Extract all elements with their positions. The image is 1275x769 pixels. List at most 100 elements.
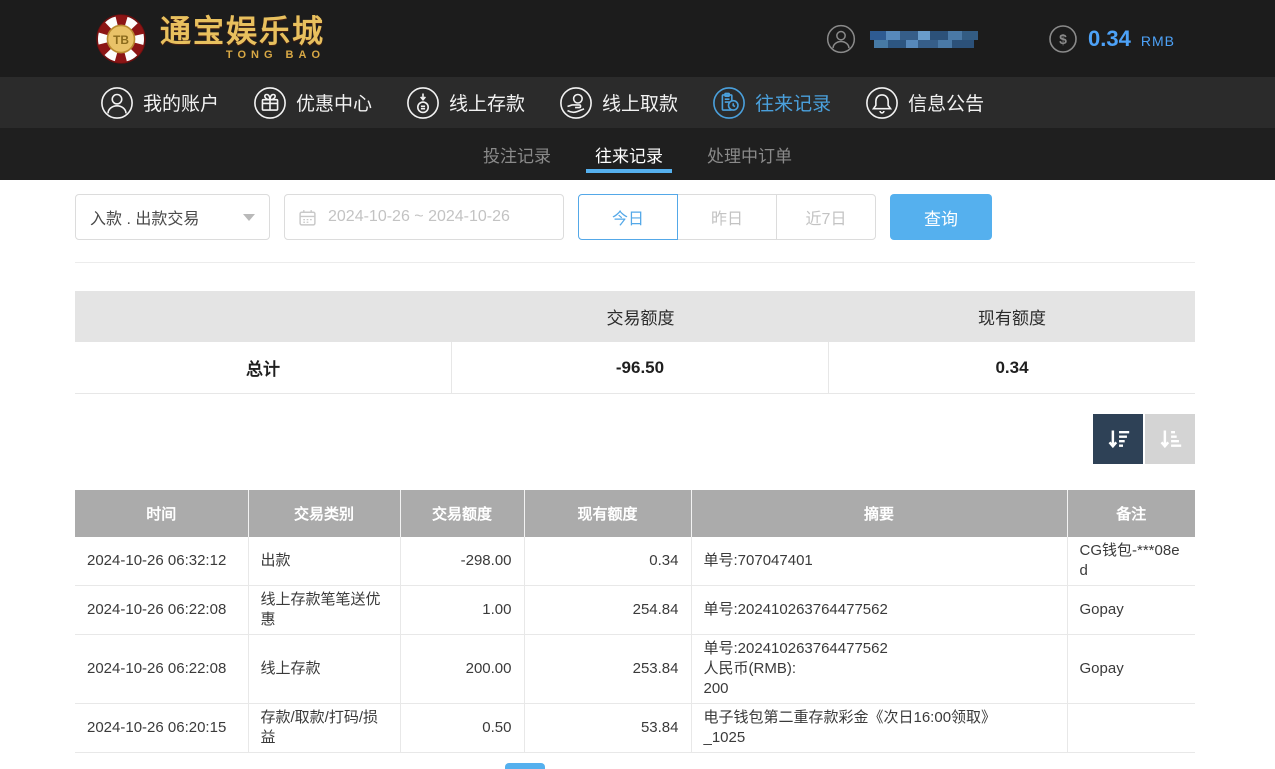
date-range-value: 2024-10-26 ~ 2024-10-26 [328,208,510,226]
filter-bar: 入款 . 出款交易 2024-10-26 ~ 2024-10-26 今日 昨日 … [75,194,1195,240]
summary-total-balance: 0.34 [829,342,1195,393]
summary-line: _1025 [704,728,1055,748]
balance-display[interactable]: $ 0.34 RMB [1048,24,1175,54]
calendar-icon [298,208,317,227]
cell-remark: Gopay [1067,635,1195,704]
bell-icon [865,86,899,120]
poker-chip-logo-icon: TB [95,13,147,65]
summary-line: 电子钱包第二重存款彩金《次日16:00领取》 [704,708,1055,728]
currency-dollar-icon: $ [1048,24,1078,54]
account-area: $ 0.34 RMB [826,24,1175,54]
quick-range-group: 今日 昨日 近7日 [578,194,876,240]
records-clipboard-icon [712,86,746,120]
deposit-coin-icon [406,86,440,120]
user-avatar-icon[interactable] [826,24,856,54]
nav-item-transactions[interactable]: 往来记录 [712,86,831,120]
sort-descending-button[interactable] [1093,414,1143,464]
tab-betting-records[interactable]: 投注记录 [483,128,551,180]
cell-amount: -298.00 [400,537,524,586]
cell-summary: 单号:202410263764477562 人民币(RMB): 200 [691,635,1067,704]
nav-item-promotions[interactable]: 优惠中心 [253,86,372,120]
col-time: 时间 [75,490,248,537]
col-summary: 摘要 [691,490,1067,537]
cell-summary: 单号:202410263764477562 [691,586,1067,635]
nav-label: 我的账户 [143,89,219,116]
summary-header-balance: 现有额度 [829,291,1195,342]
cell-balance: 0.34 [524,537,691,586]
cell-time: 2024-10-26 06:22:08 [75,586,248,635]
summary-line: 单号:202410263764477562 [704,639,1055,659]
cell-remark: Gopay [1067,586,1195,635]
summary-line: 单号:202410263764477562 [704,600,1055,620]
chevron-down-icon [243,214,255,221]
col-remark: 备注 [1067,490,1195,537]
svg-text:$: $ [1059,31,1067,47]
tab-transaction-records[interactable]: 往来记录 [595,128,663,180]
nav-item-withdraw[interactable]: 线上取款 [559,86,678,120]
nav-item-deposit[interactable]: 线上存款 [406,86,525,120]
cell-time: 2024-10-26 06:20:15 [75,704,248,753]
top-header: TB 通宝娱乐城 TONG BAO [0,0,1275,77]
nav-label: 往来记录 [755,89,831,116]
username-redacted [868,28,990,50]
pagination-peek[interactable] [505,763,545,769]
withdraw-hand-icon [559,86,593,120]
col-type: 交易类别 [248,490,400,537]
cell-amount: 1.00 [400,586,524,635]
cell-remark [1067,704,1195,753]
balance-currency: RMB [1141,29,1175,49]
transactions-table: 时间 交易类别 交易额度 现有额度 摘要 备注 2024-10-26 06:32… [75,490,1195,753]
cell-type: 线上存款笔笔送优惠 [248,586,400,635]
site-subtitle: TONG BAO [226,50,325,61]
cell-balance: 53.84 [524,704,691,753]
summary-line: 人民币(RMB): [704,659,1055,679]
transaction-type-select[interactable]: 入款 . 出款交易 [75,194,270,240]
nav-label: 信息公告 [908,89,984,116]
tab-label: 处理中订单 [707,142,792,167]
nav-label: 线上取款 [602,89,678,116]
cell-balance: 254.84 [524,586,691,635]
query-button[interactable]: 查询 [890,194,992,240]
table-header: 时间 交易类别 交易额度 现有额度 摘要 备注 [75,490,1195,537]
summary-total-label: 总计 [75,342,452,393]
cell-time: 2024-10-26 06:32:12 [75,537,248,586]
nav-label: 优惠中心 [296,89,372,116]
tab-pending-orders[interactable]: 处理中订单 [707,128,792,180]
last7days-button[interactable]: 近7日 [776,194,876,240]
site-title: 通宝娱乐城 [160,16,325,47]
nav-label: 线上存款 [449,89,525,116]
summary-total-amount: -96.50 [452,342,829,393]
col-balance: 现有额度 [524,490,691,537]
user-icon [100,86,134,120]
gift-icon [253,86,287,120]
tab-label: 往来记录 [595,142,663,167]
nav-item-announcements[interactable]: 信息公告 [865,86,984,120]
site-logo[interactable]: TB 通宝娱乐城 TONG BAO [95,13,325,65]
main-content: 入款 . 出款交易 2024-10-26 ~ 2024-10-26 今日 昨日 … [0,194,1275,753]
summary-header-row: 交易额度 现有额度 [75,291,1195,342]
summary-header-blank [75,291,452,342]
nav-item-my-account[interactable]: 我的账户 [100,86,219,120]
date-range-input[interactable]: 2024-10-26 ~ 2024-10-26 [284,194,564,240]
cell-time: 2024-10-26 06:22:08 [75,635,248,704]
table-row: 2024-10-26 06:20:15 存款/取款/打码/损益 0.50 53.… [75,704,1195,753]
main-nav: 我的账户 优惠中心 [0,77,1275,128]
cell-type: 出款 [248,537,400,586]
cell-summary: 电子钱包第二重存款彩金《次日16:00领取》 _1025 [691,704,1067,753]
select-value: 入款 . 出款交易 [90,205,199,229]
sort-controls [75,414,1195,464]
sort-ascending-button[interactable] [1145,414,1195,464]
tab-label: 投注记录 [483,142,551,167]
today-button[interactable]: 今日 [578,194,678,240]
yesterday-button[interactable]: 昨日 [677,194,777,240]
cell-remark: CG钱包-***08ed [1067,537,1195,586]
summary-header-amount: 交易额度 [452,291,829,342]
cell-summary: 单号:707047401 [691,537,1067,586]
table-row: 2024-10-26 06:22:08 线上存款笔笔送优惠 1.00 254.8… [75,586,1195,635]
balance-amount: 0.34 [1088,26,1131,52]
table-row: 2024-10-26 06:32:12 出款 -298.00 0.34 单号:7… [75,537,1195,586]
cell-type: 存款/取款/打码/损益 [248,704,400,753]
section-divider [75,262,1195,263]
svg-text:TB: TB [113,32,129,46]
summary-line: 200 [704,679,1055,699]
